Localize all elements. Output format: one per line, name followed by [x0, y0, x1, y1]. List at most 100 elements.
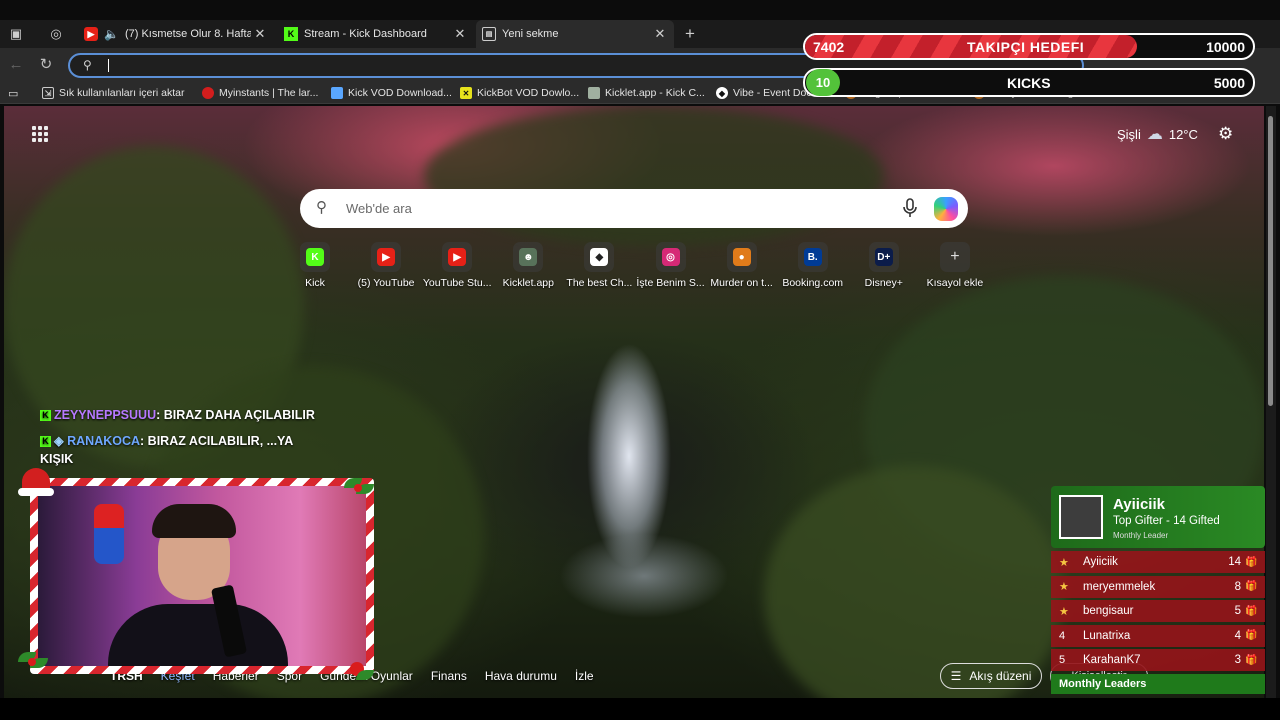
shortcut-tile[interactable]: ▶ YouTube Stu... — [421, 242, 493, 290]
sidebar-toggle-icon[interactable]: ▣ — [6, 24, 26, 44]
shortcut-glyph-icon: ▶ — [377, 248, 396, 266]
feed-layout-button[interactable]: ☰ Akış düzeni — [940, 663, 1042, 689]
tab-label: (7) Kısmetse Olur 8. Hafta 39. ... — [124, 28, 251, 40]
leaderboard-footer: Monthly Leaders — [1051, 674, 1265, 694]
bookmark-kick-vod[interactable]: Kick VOD Download... — [331, 85, 452, 101]
shortcut-label: (5) YouTube — [357, 277, 415, 289]
shortcut-favicon-icon: ☻ — [513, 242, 544, 272]
close-tab-icon[interactable]: ✕ — [252, 26, 268, 42]
shortcut-tile[interactable]: ▶ (5) YouTube — [350, 242, 422, 290]
speaker-icon[interactable]: 🔈 — [104, 27, 119, 41]
holly-icon — [18, 648, 48, 674]
chat-message: K ◈ RANAKOCA: BIRAZ ACILABILIR, ...YA KIŞ… — [40, 434, 293, 466]
shortcut-label: İşte Benim S... — [636, 277, 705, 289]
shortcut-favicon-icon: B. — [797, 242, 828, 272]
shortcut-glyph-icon: ☻ — [519, 248, 538, 266]
leaderboard-rank: 5 — [1059, 654, 1066, 666]
shortcut-glyph-icon: ● — [732, 248, 751, 266]
feed-nav-item[interactable]: Hava durumu — [485, 669, 557, 683]
shortcut-label: YouTube Stu... — [422, 277, 492, 289]
webcam-frame — [30, 478, 374, 674]
shortcut-tile[interactable]: ● Murder on t... — [706, 242, 778, 290]
tab-label: Yeni sekme — [502, 28, 559, 40]
copilot-icon[interactable] — [934, 197, 958, 221]
tab-new-tab[interactable]: ▤ Yeni sekme ✕ — [476, 20, 674, 48]
shortcut-glyph-icon: ◎ — [661, 248, 680, 266]
shortcut-label: The best Ch... — [566, 277, 633, 289]
shortcut-label: Kicklet.app — [502, 277, 554, 289]
top-gifter-name: Ayiiciik — [1113, 496, 1165, 513]
import-icon: ⇲ — [42, 87, 54, 99]
leaderboard-name: bengisaur — [1083, 605, 1134, 617]
gear-icon[interactable]: ⚙ — [1218, 124, 1233, 144]
leaderboard-count: 3 — [1234, 654, 1241, 666]
chat-message: K ZEYYNEPPSUUU: BIRAZ DAHA AÇILABILIR — [40, 406, 320, 424]
back-arrow-icon[interactable]: ← — [7, 56, 25, 74]
kicks-goal-title: KICKS — [1007, 75, 1051, 91]
shortcut-label: Murder on t... — [710, 277, 773, 289]
tab-kick-dashboard[interactable]: K Stream - Kick Dashboard ✕ — [278, 20, 474, 48]
shortcut-tile[interactable]: B. Booking.com — [777, 242, 849, 290]
shortcut-glyph-icon: B. — [803, 248, 822, 266]
weather-city: Şişli — [1117, 126, 1141, 142]
leaderboard-name: meryemmelek — [1083, 580, 1156, 593]
shortcut-favicon-icon: ● — [726, 242, 757, 272]
shortcut-tile[interactable]: K Kick — [279, 242, 351, 290]
workspaces-icon[interactable]: ◎ — [46, 24, 66, 44]
new-tab-plus-icon[interactable]: + — [680, 24, 700, 44]
leaderboard-name: Ayiiciik — [1083, 556, 1118, 568]
page-scrollbar[interactable] — [1266, 106, 1276, 698]
gift-icon: 🎁 — [1245, 605, 1258, 617]
leaderboard-count: 8 — [1234, 580, 1241, 593]
kicklet-icon — [588, 87, 600, 99]
bookmarks-menu-icon[interactable]: ▭ — [8, 85, 18, 101]
feed-nav-item[interactable]: İzle — [575, 669, 594, 683]
shortcut-tile[interactable]: ☻ Kicklet.app — [492, 242, 564, 290]
kick-badge-icon: K — [40, 436, 51, 448]
santa-hat-icon — [18, 466, 54, 500]
streamer-body — [108, 604, 288, 666]
bookmark-vibe[interactable]: ◆ Vibe - Event Dock — [716, 85, 817, 101]
chat-username: ZEYYNEPPSUUU — [54, 408, 157, 422]
leaderboard-row: 4 Lunatrixa 4 🎁 — [1051, 624, 1265, 647]
feed-nav-item[interactable]: Finans — [431, 669, 467, 683]
scrollbar-thumb[interactable] — [1268, 116, 1273, 406]
bookmark-import[interactable]: ⇲ Sık kullanılanları içeri aktar — [42, 85, 184, 101]
gift-icon: 🎁 — [1245, 630, 1258, 641]
refresh-icon[interactable]: ↻ — [37, 56, 55, 74]
close-tab-icon[interactable]: ✕ — [652, 26, 668, 42]
bookmark-kicklet[interactable]: Kicklet.app - Kick C... — [588, 85, 705, 101]
gift-icon: 🎁 — [1245, 556, 1258, 568]
shortcut-glyph-icon: D+ — [874, 248, 893, 266]
shortcut-tile[interactable]: + Kısayol ekle — [919, 242, 991, 290]
shortcut-favicon-icon: ▶ — [442, 242, 473, 272]
shortcut-tile[interactable]: D+ Disney+ — [848, 242, 920, 290]
leaderboard-rank: 4 — [1059, 629, 1066, 642]
shortcut-tile[interactable]: ◆ The best Ch... — [563, 242, 635, 290]
kickvod-icon — [331, 87, 343, 99]
shortcut-glyph-icon: K — [306, 248, 324, 266]
mario-figure — [94, 504, 124, 564]
apps-launcher-icon[interactable] — [32, 126, 48, 142]
newtab-icon: ▤ — [482, 27, 496, 41]
shortcut-label: Kısayol ekle — [926, 277, 984, 289]
bookmark-myinstants[interactable]: Myinstants | The lar... — [202, 85, 318, 101]
chat-text: BIRAZ DAHA AÇILABILIR — [163, 408, 315, 422]
chat-overlay: K ZEYYNEPPSUUU: BIRAZ DAHA AÇILABILIR K ◈ … — [40, 406, 320, 476]
tab-youtube[interactable]: ▶ 🔈 (7) Kısmetse Olur 8. Hafta 39. ... ✕ — [78, 20, 274, 48]
leaderboard-name: Lunatrixa — [1083, 629, 1131, 642]
sliders-icon: ☰ — [950, 669, 962, 683]
holly-icon — [344, 474, 374, 500]
shortcut-tile[interactable]: ◎ İşte Benim S... — [635, 242, 707, 290]
holly-icon — [346, 660, 376, 686]
shortcut-glyph-icon: ◆ — [590, 248, 609, 266]
close-tab-icon[interactable]: ✕ — [452, 26, 468, 42]
shortcut-label: Disney+ — [864, 277, 903, 289]
bookmark-kickbot[interactable]: ✕ KickBot VOD Dowlo... — [460, 85, 579, 101]
weather-widget[interactable]: Şişli ☁ 12°C — [1117, 124, 1198, 144]
vibe-icon: ◆ — [716, 87, 728, 99]
microphone-icon[interactable] — [902, 198, 918, 218]
leaderboard-name: KarahanK7 — [1083, 654, 1141, 666]
search-icon: ⚲ — [83, 58, 92, 72]
web-search-box[interactable]: ⚲ Web'de ara — [300, 189, 968, 228]
